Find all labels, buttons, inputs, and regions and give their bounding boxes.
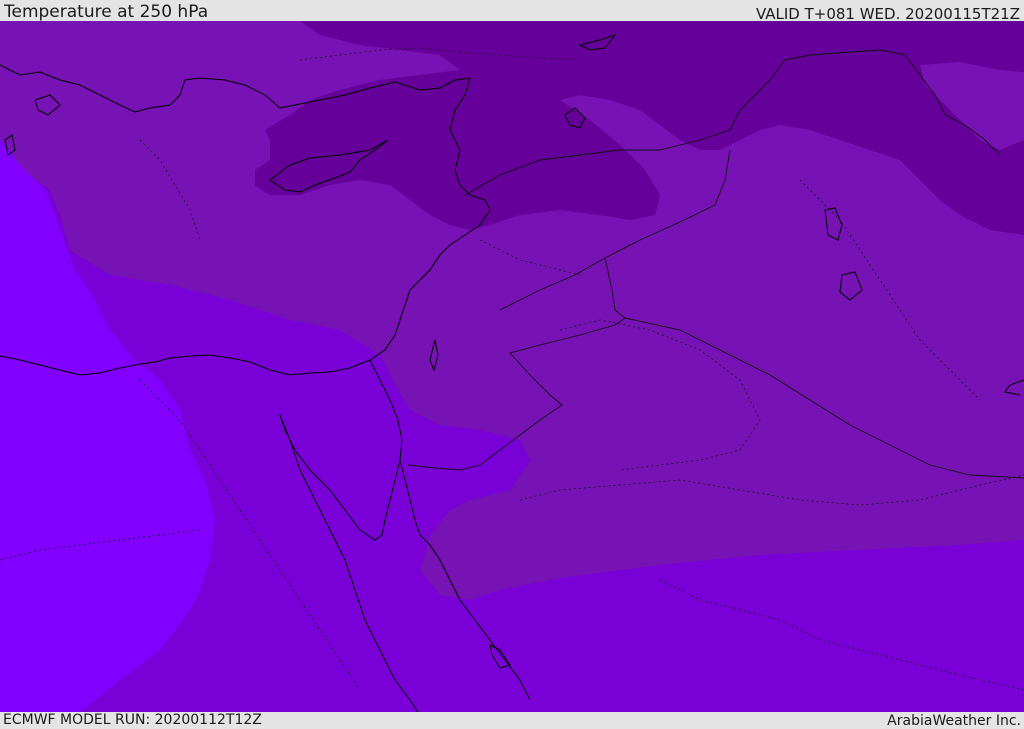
footer-bar: ECMWF MODEL RUN: 20200112T12Z ArabiaWeat… bbox=[0, 712, 1024, 729]
weather-map-frame: Temperature at 250 hPa VALID T+081 WED. … bbox=[0, 0, 1024, 729]
header-bar: Temperature at 250 hPa VALID T+081 WED. … bbox=[0, 0, 1024, 23]
valid-time-label: VALID T+081 WED. 20200115T21Z bbox=[755, 5, 1020, 23]
map-title: Temperature at 250 hPa bbox=[4, 2, 209, 22]
model-run-label: ECMWF MODEL RUN: 20200112T12Z bbox=[3, 712, 262, 728]
temperature-map bbox=[0, 21, 1024, 712]
credit-label: ArabiaWeather Inc. bbox=[887, 713, 1021, 729]
map-area bbox=[0, 21, 1024, 712]
